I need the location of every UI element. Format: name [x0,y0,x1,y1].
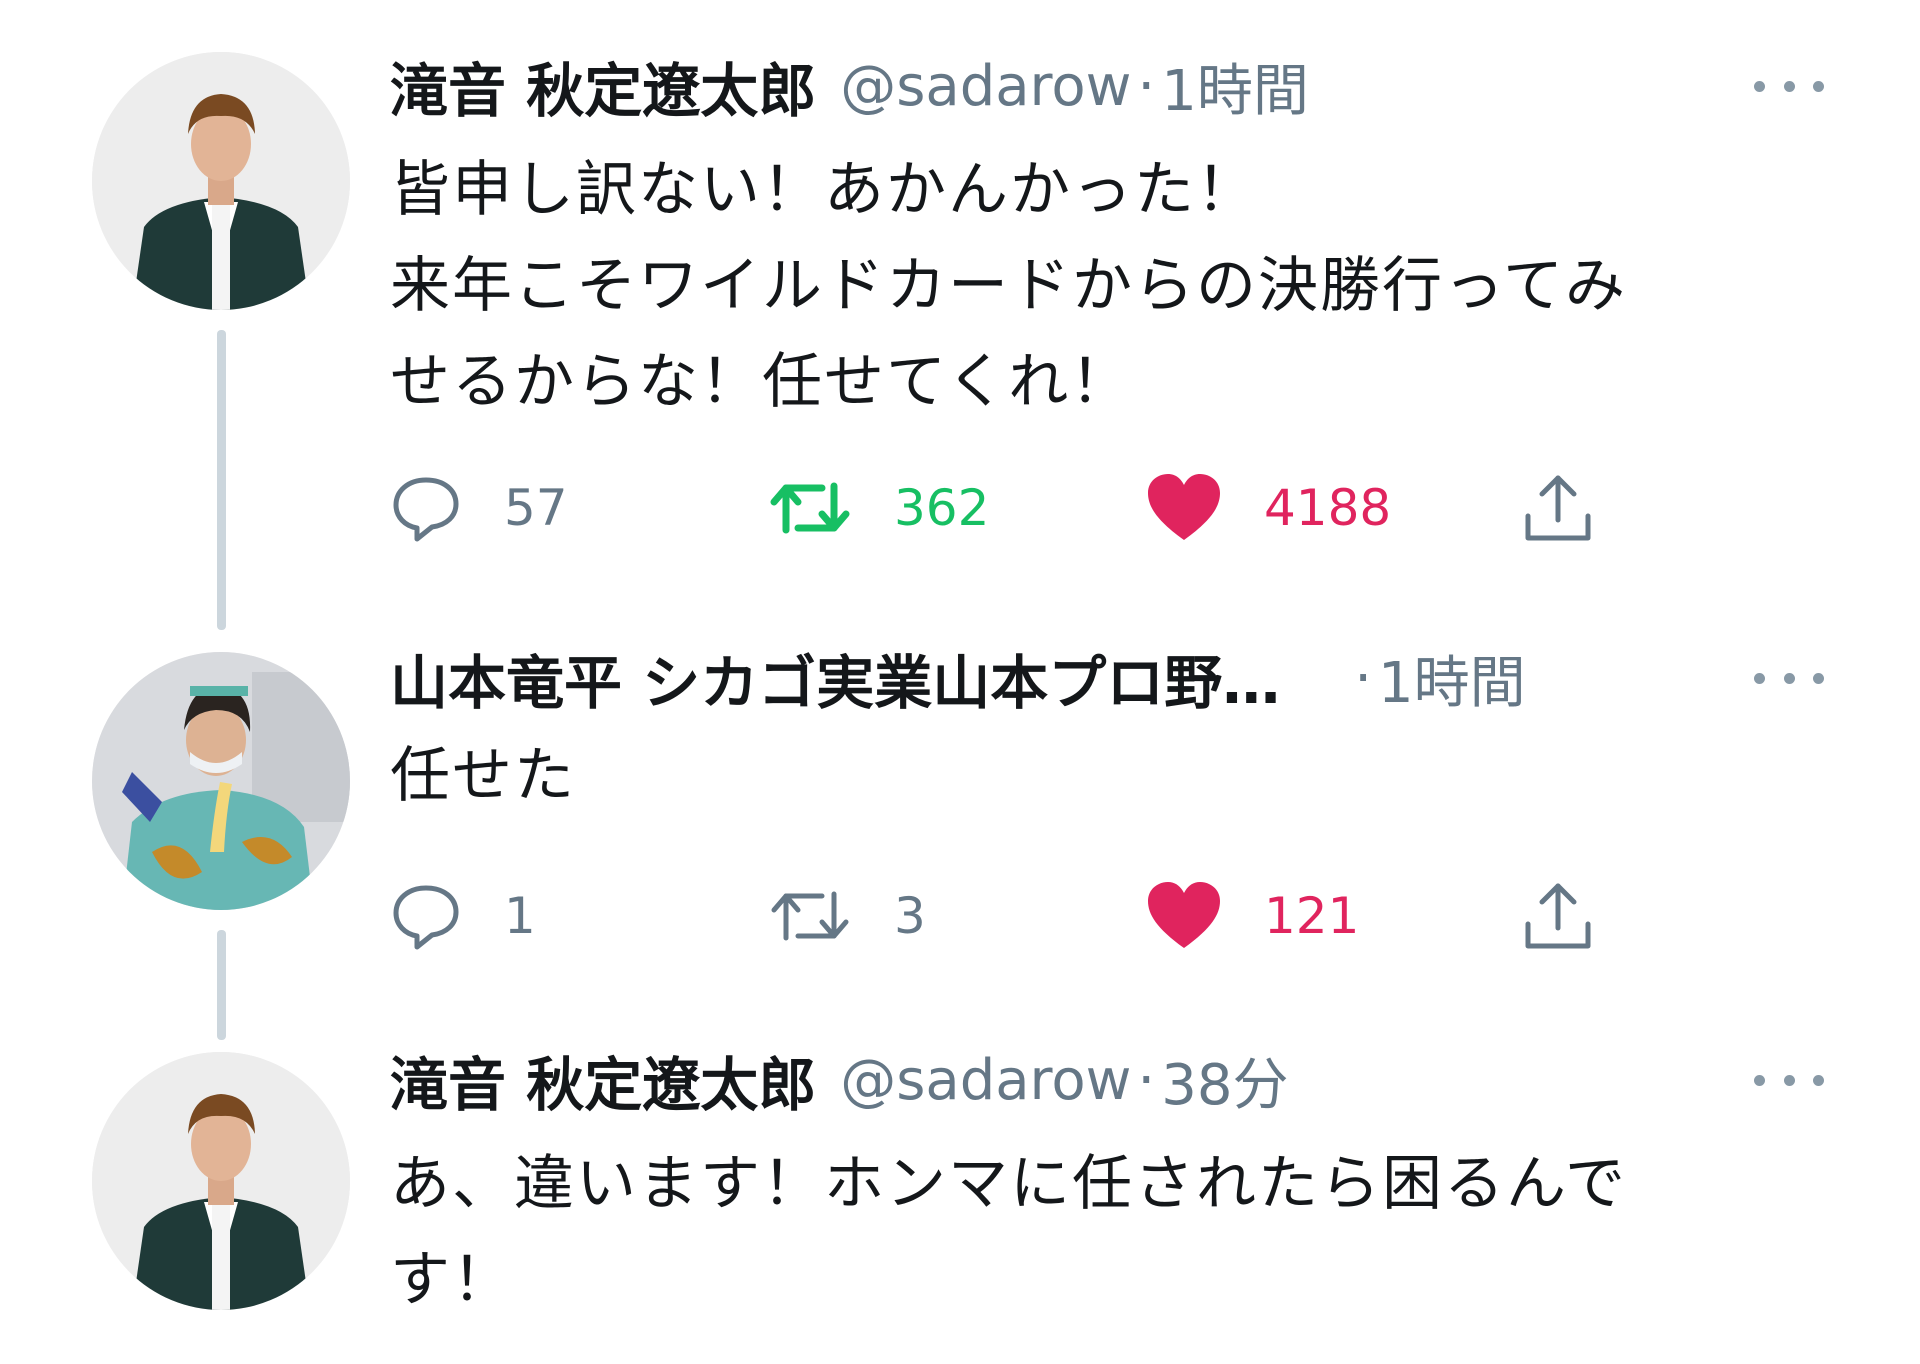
share-button[interactable] [1520,876,1596,956]
share-icon [1525,475,1591,541]
avatar[interactable] [92,1052,350,1310]
reply-icon [393,885,459,950]
retweet-count: 3 [894,887,926,945]
display-name[interactable]: 滝音 秋定遼太郎 [390,44,816,128]
like-count: 4188 [1264,479,1392,537]
avatar-photo-icon [92,1052,350,1310]
share-button[interactable] [1520,468,1596,548]
retweet-button[interactable]: 3 [768,876,926,956]
user-handle[interactable]: @sadarow [840,54,1131,119]
display-name[interactable]: 山本竜平 シカゴ実業山本プロ野… [390,636,1280,720]
tweet-actions: 1 3 121 [390,876,1640,956]
heart-icon [1148,474,1220,540]
timestamp[interactable]: 38分 [1161,1040,1288,1121]
reply-button[interactable]: 57 [390,468,568,548]
reply-count: 57 [504,479,568,537]
avatar-photo-icon [92,652,350,910]
like-button[interactable]: 4188 [1146,468,1391,548]
more-options-icon[interactable] [1754,658,1824,698]
avatar[interactable] [92,52,350,310]
avatar[interactable] [92,652,350,910]
tweet-text: 任せた [390,741,576,811]
tweet[interactable]: 滝音 秋定遼太郎 @sadarow · 38分 あ、違います！ホンマに任されたら… [0,1040,1920,1364]
reply-button[interactable]: 1 [390,876,536,956]
like-count: 121 [1264,887,1360,945]
display-name[interactable]: 滝音 秋定遼太郎 [390,1038,816,1122]
heart-icon [1148,882,1220,948]
share-icon [1525,883,1591,949]
separator-dot: · [1137,1047,1156,1113]
retweet-icon [771,891,849,941]
separator-dot: · [1354,645,1373,711]
timestamp[interactable]: 1時間 [1161,46,1309,127]
tweet-header: 山本竜平 シカゴ実業山本プロ野… · 1時間 [390,638,1920,718]
like-button[interactable]: 121 [1146,876,1359,956]
retweet-icon [770,482,850,534]
reply-count: 1 [504,887,536,945]
avatar-photo-icon [92,52,350,310]
user-handle[interactable]: @sadarow [840,1048,1131,1113]
tweet-header: 滝音 秋定遼太郎 @sadarow · 1時間 [390,46,1920,126]
tweet-text: 皆申し訳ない！あかんかった！ 来年こそワイルドカードからの決勝行ってみ せるから… [390,155,1627,417]
more-options-icon[interactable] [1754,1060,1824,1100]
tweet-actions: 57 362 4188 [390,468,1640,548]
tweet-text: あ、違います！ホンマに任されたら困るんで す！ [390,1149,1627,1315]
tweet[interactable]: 山本竜平 シカゴ実業山本プロ野… · 1時間 任せた 1 3 121 [0,640,1920,1050]
tweet[interactable]: 滝音 秋定遼太郎 @sadarow · 1時間 皆申し訳ない！あかんかった！ 来… [0,0,1920,640]
separator-dot: · [1137,53,1156,119]
timestamp[interactable]: 1時間 [1378,638,1526,719]
reply-icon [393,477,459,542]
more-options-icon[interactable] [1754,66,1824,106]
retweet-count: 362 [894,479,990,537]
retweet-button[interactable]: 362 [768,468,989,548]
tweet-header: 滝音 秋定遼太郎 @sadarow · 38分 [390,1040,1920,1120]
